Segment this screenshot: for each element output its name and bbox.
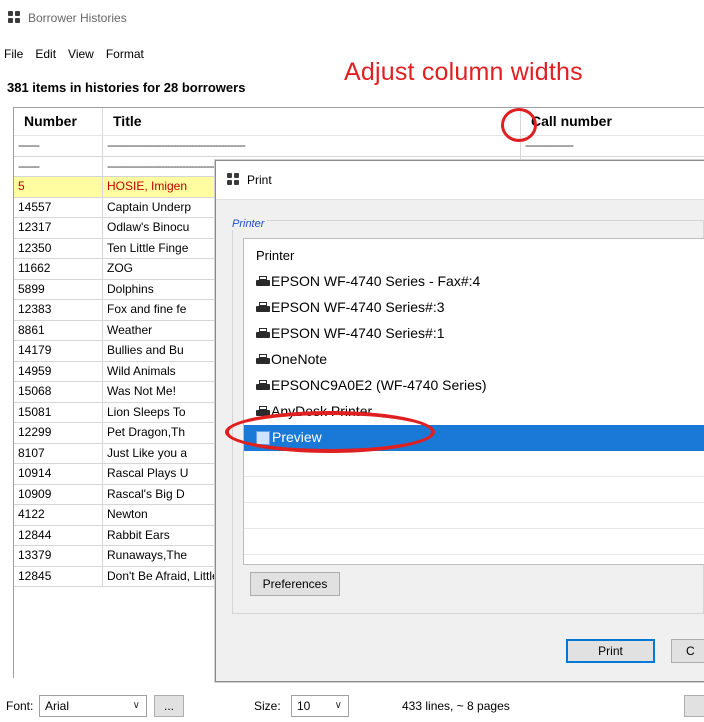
summary-text: 381 items in histories for 28 borrowers (7, 80, 246, 95)
chevron-down-icon: ∨ (334, 700, 342, 711)
cell-number: 10909 (14, 484, 103, 504)
app-icon (227, 173, 241, 187)
printer-item[interactable]: OneNote (244, 347, 704, 373)
table-row[interactable]: ------- ---------------------------------… (14, 136, 704, 157)
cancel-button[interactable]: C (671, 639, 704, 663)
printer-icon (256, 276, 270, 287)
annotation-adjust-columns: Adjust column widths (344, 58, 583, 86)
app-icon (8, 11, 22, 25)
printer-list-header: Printer (256, 248, 295, 263)
cell-number: ------- (14, 136, 103, 156)
font-select-value: Arial (45, 699, 70, 713)
cell-call-number: ---------------- (525, 138, 574, 152)
print-button[interactable]: Print (566, 639, 655, 663)
printer-item[interactable]: EPSONC9A0E2 (WF-4740 Series) (244, 373, 704, 399)
cell-number: 10914 (14, 464, 103, 484)
page-info: 433 lines, ~ 8 pages (402, 699, 510, 713)
printer-list[interactable]: Printer EPSON WF-4740 Series - Fax#:4 EPS… (243, 238, 704, 565)
column-header-title[interactable]: Title (103, 108, 521, 135)
printer-list-empty-row (244, 555, 704, 564)
printer-item-label: EPSON WF-4740 Series#:3 (271, 299, 445, 315)
cell-number: 12350 (14, 238, 103, 258)
printer-item-label: OneNote (271, 351, 328, 367)
print-dialog-title: Print (247, 173, 272, 187)
printer-item[interactable]: EPSON WF-4740 Series#:3 (244, 295, 704, 321)
menu-bar: File Edit View Format (0, 44, 150, 64)
cell-number: 14557 (14, 197, 103, 217)
font-more-button[interactable]: ... (154, 695, 184, 717)
window-title-bar: Borrower Histories (0, 0, 704, 36)
annotation-circle-column-divider (501, 108, 537, 142)
printer-item-label: EPSONC9A0E2 (WF-4740 Series) (271, 377, 487, 393)
printer-icon (256, 328, 270, 339)
status-bar-button[interactable] (684, 695, 704, 717)
printer-list-empty-row (244, 503, 704, 529)
cell-number: 12317 (14, 218, 103, 238)
chevron-down-icon: ∨ (132, 700, 140, 711)
status-bar: Font: Arial ∨ ... Size: 10 ∨ 433 lines, … (0, 690, 704, 722)
font-select[interactable]: Arial ∨ (39, 695, 147, 717)
cell-number: ------- (14, 156, 103, 176)
cell-number: 13379 (14, 546, 103, 566)
cell-number: 14959 (14, 361, 103, 381)
cell-number: 5 (14, 177, 103, 197)
table-header: Number Title Call number (14, 108, 704, 136)
cell-number: 8107 (14, 443, 103, 463)
menu-file[interactable]: File (0, 44, 29, 64)
cell-number: 12844 (14, 525, 103, 545)
cell-number: 4122 (14, 505, 103, 525)
printer-item[interactable]: EPSON WF-4740 Series#:1 (244, 321, 704, 347)
printer-icon (256, 380, 270, 391)
printer-icon (256, 354, 270, 365)
font-label: Font: (6, 699, 34, 713)
print-dialog-title-bar: Print (216, 161, 704, 200)
cell-number: 14179 (14, 341, 103, 361)
printer-item-label: EPSON WF-4740 Series#:1 (271, 325, 445, 341)
size-label: Size: (254, 699, 281, 713)
printer-item-label: EPSON WF-4740 Series - Fax#:4 (271, 273, 481, 289)
cell-number: 15068 (14, 382, 103, 402)
printer-group-label: Printer (229, 218, 268, 230)
cell-number: 15081 (14, 402, 103, 422)
cell-title: ----------------------------------------… (103, 136, 521, 156)
cell-number: 8861 (14, 320, 103, 340)
preferences-button[interactable]: Preferences (250, 572, 340, 596)
printer-item[interactable]: EPSON WF-4740 Series - Fax#:4 (244, 269, 704, 295)
printer-icon (256, 302, 270, 313)
size-select-value: 10 (297, 699, 311, 713)
column-header-number[interactable]: Number (14, 108, 103, 135)
printer-list-empty-row (244, 451, 704, 477)
size-select[interactable]: 10 ∨ (291, 695, 349, 717)
cell-number: 5899 (14, 279, 103, 299)
cell-number: 12845 (14, 566, 103, 586)
menu-view[interactable]: View (62, 44, 100, 64)
window-title: Borrower Histories (28, 11, 127, 25)
cell-number: 12383 (14, 300, 103, 320)
cell-number: 12299 (14, 423, 103, 443)
printer-list-empty-row (244, 477, 704, 503)
menu-format[interactable]: Format (100, 44, 150, 64)
menu-edit[interactable]: Edit (29, 44, 62, 64)
column-header-call-number[interactable]: Call number (521, 108, 704, 135)
annotation-circle-preview (225, 411, 435, 453)
cell-number: 11662 (14, 259, 103, 279)
printer-list-empty-row (244, 529, 704, 555)
